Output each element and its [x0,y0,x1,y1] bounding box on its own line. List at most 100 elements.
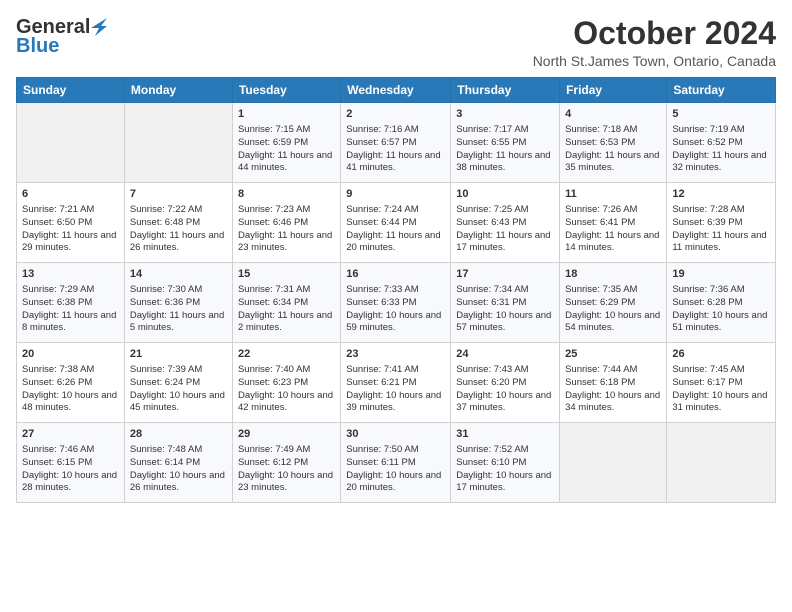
sunrise-text: Sunrise: 7:43 AM [456,364,528,375]
day-number: 21 [130,347,227,362]
calendar-cell: 21Sunrise: 7:39 AMSunset: 6:24 PMDayligh… [124,343,232,423]
sunrise-text: Sunrise: 7:24 AM [346,204,418,215]
logo: General Blue [16,16,108,58]
day-number: 15 [238,267,335,282]
daylight-text: Daylight: 10 hours and 23 minutes. [238,470,333,494]
sunrise-text: Sunrise: 7:17 AM [456,124,528,135]
sunset-text: Sunset: 6:57 PM [346,137,416,148]
sunrise-text: Sunrise: 7:34 AM [456,284,528,295]
day-number: 2 [346,107,445,122]
title-section: October 2024 North St.James Town, Ontari… [533,16,776,69]
calendar-cell: 22Sunrise: 7:40 AMSunset: 6:23 PMDayligh… [232,343,340,423]
sunrise-text: Sunrise: 7:49 AM [238,444,310,455]
calendar-week-4: 20Sunrise: 7:38 AMSunset: 6:26 PMDayligh… [17,343,776,423]
sunrise-text: Sunrise: 7:39 AM [130,364,202,375]
sunset-text: Sunset: 6:41 PM [565,217,635,228]
daylight-text: Daylight: 11 hours and 14 minutes. [565,230,659,254]
day-number: 5 [672,107,770,122]
sunrise-text: Sunrise: 7:52 AM [456,444,528,455]
daylight-text: Daylight: 11 hours and 29 minutes. [22,230,116,254]
calendar-cell: 12Sunrise: 7:28 AMSunset: 6:39 PMDayligh… [667,183,776,263]
calendar-table: SundayMondayTuesdayWednesdayThursdayFrid… [16,77,776,503]
daylight-text: Daylight: 10 hours and 42 minutes. [238,390,333,414]
calendar-cell: 7Sunrise: 7:22 AMSunset: 6:48 PMDaylight… [124,183,232,263]
weekday-header-saturday: Saturday [667,78,776,103]
sunrise-text: Sunrise: 7:41 AM [346,364,418,375]
sunset-text: Sunset: 6:46 PM [238,217,308,228]
sunset-text: Sunset: 6:10 PM [456,457,526,468]
sunset-text: Sunset: 6:33 PM [346,297,416,308]
calendar-cell: 10Sunrise: 7:25 AMSunset: 6:43 PMDayligh… [451,183,560,263]
calendar-cell: 5Sunrise: 7:19 AMSunset: 6:52 PMDaylight… [667,103,776,183]
daylight-text: Daylight: 10 hours and 26 minutes. [130,470,225,494]
calendar-cell: 26Sunrise: 7:45 AMSunset: 6:17 PMDayligh… [667,343,776,423]
calendar-cell: 11Sunrise: 7:26 AMSunset: 6:41 PMDayligh… [560,183,667,263]
calendar-cell: 14Sunrise: 7:30 AMSunset: 6:36 PMDayligh… [124,263,232,343]
daylight-text: Daylight: 11 hours and 41 minutes. [346,150,440,174]
sunset-text: Sunset: 6:20 PM [456,377,526,388]
sunrise-text: Sunrise: 7:38 AM [22,364,94,375]
sunrise-text: Sunrise: 7:33 AM [346,284,418,295]
logo-bird-icon [91,18,107,38]
sunset-text: Sunset: 6:50 PM [22,217,92,228]
header: General Blue October 2024 North St.James… [16,16,776,69]
weekday-header-row: SundayMondayTuesdayWednesdayThursdayFrid… [17,78,776,103]
calendar-cell: 28Sunrise: 7:48 AMSunset: 6:14 PMDayligh… [124,423,232,503]
logo-blue-text: Blue [16,35,59,58]
sunset-text: Sunset: 6:34 PM [238,297,308,308]
day-number: 31 [456,427,554,442]
sunrise-text: Sunrise: 7:48 AM [130,444,202,455]
sunrise-text: Sunrise: 7:29 AM [22,284,94,295]
day-number: 30 [346,427,445,442]
calendar-cell: 25Sunrise: 7:44 AMSunset: 6:18 PMDayligh… [560,343,667,423]
weekday-header-wednesday: Wednesday [341,78,451,103]
main-container: General Blue October 2024 North St.James… [0,0,792,612]
daylight-text: Daylight: 10 hours and 20 minutes. [346,470,441,494]
sunset-text: Sunset: 6:43 PM [456,217,526,228]
sunset-text: Sunset: 6:48 PM [130,217,200,228]
calendar-cell: 1Sunrise: 7:15 AMSunset: 6:59 PMDaylight… [232,103,340,183]
sunrise-text: Sunrise: 7:28 AM [672,204,744,215]
daylight-text: Daylight: 11 hours and 44 minutes. [238,150,332,174]
day-number: 1 [238,107,335,122]
day-number: 17 [456,267,554,282]
day-number: 8 [238,187,335,202]
calendar-cell: 6Sunrise: 7:21 AMSunset: 6:50 PMDaylight… [17,183,125,263]
daylight-text: Daylight: 10 hours and 48 minutes. [22,390,117,414]
daylight-text: Daylight: 11 hours and 23 minutes. [238,230,332,254]
daylight-text: Daylight: 11 hours and 38 minutes. [456,150,550,174]
day-number: 19 [672,267,770,282]
sunset-text: Sunset: 6:26 PM [22,377,92,388]
location-title: North St.James Town, Ontario, Canada [533,53,776,69]
weekday-header-tuesday: Tuesday [232,78,340,103]
sunset-text: Sunset: 6:23 PM [238,377,308,388]
calendar-week-5: 27Sunrise: 7:46 AMSunset: 6:15 PMDayligh… [17,423,776,503]
calendar-cell: 27Sunrise: 7:46 AMSunset: 6:15 PMDayligh… [17,423,125,503]
sunset-text: Sunset: 6:53 PM [565,137,635,148]
calendar-cell: 20Sunrise: 7:38 AMSunset: 6:26 PMDayligh… [17,343,125,423]
daylight-text: Daylight: 10 hours and 57 minutes. [456,310,551,334]
sunset-text: Sunset: 6:24 PM [130,377,200,388]
sunrise-text: Sunrise: 7:23 AM [238,204,310,215]
calendar-cell: 29Sunrise: 7:49 AMSunset: 6:12 PMDayligh… [232,423,340,503]
calendar-cell: 4Sunrise: 7:18 AMSunset: 6:53 PMDaylight… [560,103,667,183]
calendar-week-3: 13Sunrise: 7:29 AMSunset: 6:38 PMDayligh… [17,263,776,343]
day-number: 27 [22,427,119,442]
daylight-text: Daylight: 10 hours and 51 minutes. [672,310,767,334]
weekday-header-thursday: Thursday [451,78,560,103]
day-number: 14 [130,267,227,282]
sunrise-text: Sunrise: 7:35 AM [565,284,637,295]
day-number: 28 [130,427,227,442]
daylight-text: Daylight: 11 hours and 26 minutes. [130,230,224,254]
day-number: 3 [456,107,554,122]
sunset-text: Sunset: 6:36 PM [130,297,200,308]
sunrise-text: Sunrise: 7:19 AM [672,124,744,135]
sunrise-text: Sunrise: 7:18 AM [565,124,637,135]
sunset-text: Sunset: 6:39 PM [672,217,742,228]
calendar-cell: 18Sunrise: 7:35 AMSunset: 6:29 PMDayligh… [560,263,667,343]
daylight-text: Daylight: 11 hours and 32 minutes. [672,150,766,174]
calendar-cell [17,103,125,183]
calendar-cell: 31Sunrise: 7:52 AMSunset: 6:10 PMDayligh… [451,423,560,503]
sunset-text: Sunset: 6:29 PM [565,297,635,308]
daylight-text: Daylight: 11 hours and 20 minutes. [346,230,440,254]
